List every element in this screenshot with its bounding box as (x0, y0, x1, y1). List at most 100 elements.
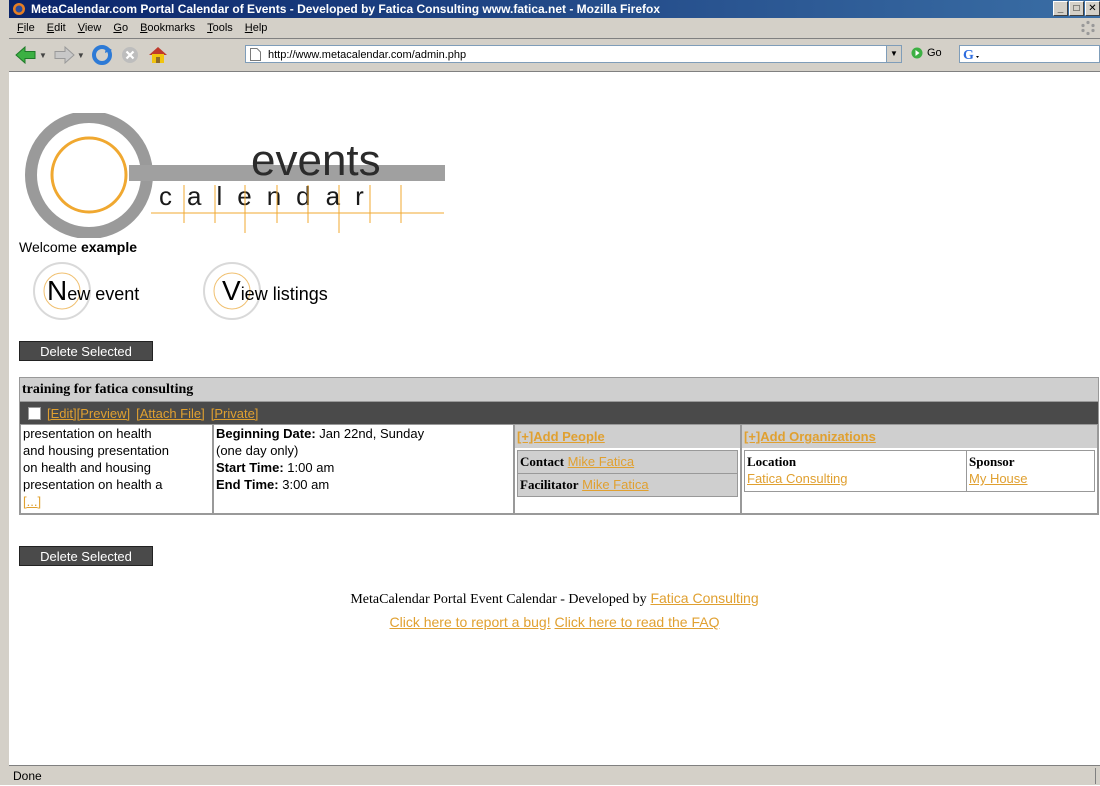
page-icon (250, 48, 261, 61)
back-dropdown-icon[interactable]: ▼ (39, 51, 47, 60)
description-line: on health and housing (23, 460, 151, 475)
description-line: presentation on health a (23, 477, 163, 492)
end-time: 3:00 am (282, 477, 330, 492)
view-listings-label: iew listings (240, 284, 328, 304)
close-button[interactable]: ✕ (1085, 1, 1100, 16)
report-bug-link[interactable]: Click here to report a bug! (390, 614, 551, 630)
svg-text:G: G (963, 48, 974, 62)
back-button[interactable] (15, 44, 37, 66)
start-time-label: Start Time: (216, 460, 284, 475)
facilitator-label: Facilitator (520, 477, 579, 492)
navigation-toolbar: ▼ ▼ http://www.metacalendar.com/admin.ph… (9, 39, 1100, 72)
event-select-checkbox[interactable] (28, 406, 41, 420)
window-controls: _ □ ✕ (1053, 1, 1100, 16)
home-icon (148, 47, 167, 63)
menu-go[interactable]: Go (107, 18, 134, 38)
contact-label: Contact (520, 454, 565, 469)
sponsor-label: Sponsor (969, 454, 1015, 469)
forward-button[interactable] (53, 44, 75, 66)
search-box[interactable]: G (959, 45, 1100, 63)
event-people: [+]Add People Contact Mike Fatica Facili… (514, 424, 741, 514)
firefox-icon (13, 3, 25, 15)
go-button[interactable]: Go (911, 47, 942, 59)
delete-selected-button-bottom[interactable]: Delete Selected (19, 546, 153, 566)
more-link[interactable]: [...] (23, 493, 210, 510)
delete-selected-button-top[interactable]: Delete Selected (19, 341, 153, 361)
new-event-label: ew event (67, 284, 140, 304)
home-button[interactable] (147, 44, 169, 66)
url-text: http://www.metacalendar.com/admin.php (268, 49, 467, 61)
throbber-icon (1081, 20, 1095, 36)
url-bar[interactable]: http://www.metacalendar.com/admin.php (245, 45, 887, 63)
private-link[interactable]: [Private] (211, 406, 259, 421)
svg-text:events: events (251, 136, 381, 185)
event-description: presentation on health and housing prese… (20, 424, 213, 514)
location-label: Location (747, 454, 797, 469)
footer-text: MetaCalendar Portal Event Calendar - Dev… (350, 592, 647, 607)
description-line: presentation on health (23, 426, 152, 441)
end-time-label: End Time: (216, 477, 279, 492)
go-label: Go (927, 47, 942, 59)
status-divider (1095, 768, 1096, 784)
menu-edit[interactable]: Edit (41, 18, 72, 38)
back-arrow-icon (15, 46, 36, 64)
event-table: training for fatica consulting [Edit] [P… (19, 377, 1099, 515)
new-event-button[interactable]: New event (31, 258, 139, 324)
status-text: Done (13, 769, 42, 783)
events-calendar-logo: events calendar (25, 113, 445, 238)
event-title: training for fatica consulting (20, 378, 1098, 402)
menu-tools[interactable]: Tools (201, 18, 239, 38)
welcome-prefix: Welcome (19, 239, 78, 255)
contact-link[interactable]: Mike Fatica (568, 454, 634, 469)
browser-window: MetaCalendar.com Portal Calendar of Even… (9, 0, 1100, 785)
description-line: and housing presentation (23, 443, 170, 458)
minimize-button[interactable]: _ (1053, 1, 1068, 16)
edit-link[interactable]: [Edit] (47, 406, 77, 421)
start-time: 1:00 am (287, 460, 335, 475)
facilitator-link[interactable]: Mike Fatica (582, 477, 648, 492)
url-dropdown-button[interactable]: ▼ (886, 45, 902, 63)
window-title: MetaCalendar.com Portal Calendar of Even… (31, 2, 661, 16)
footer: MetaCalendar Portal Event Calendar - Dev… (9, 590, 1100, 630)
event-dates: Beginning Date: Jan 22nd, Sunday (one da… (213, 424, 514, 514)
svg-text:calendar: calendar (159, 181, 379, 211)
location-link[interactable]: Fatica Consulting (747, 471, 847, 486)
sponsor-link[interactable]: My House (969, 471, 1028, 486)
add-organizations-link[interactable]: [+]Add Organizations (744, 429, 876, 444)
beginning-date: Jan 22nd, Sunday (319, 426, 425, 441)
attach-file-link[interactable]: [Attach File] (136, 406, 205, 421)
menu-help[interactable]: Help (239, 18, 274, 38)
forward-arrow-icon (54, 46, 75, 64)
menu-view[interactable]: View (72, 18, 108, 38)
title-bar[interactable]: MetaCalendar.com Portal Calendar of Even… (9, 0, 1100, 18)
fatica-consulting-link[interactable]: Fatica Consulting (650, 590, 758, 606)
stop-button[interactable] (119, 44, 141, 66)
reload-button[interactable] (91, 44, 113, 66)
stop-icon (121, 47, 138, 63)
go-icon (911, 47, 923, 59)
google-search-icon: G (963, 48, 979, 62)
view-listings-button[interactable]: View listings (201, 258, 328, 324)
view-listings-letter: V (222, 275, 241, 306)
organizations-table: Location Fatica Consulting Sponsor My Ho… (744, 450, 1095, 492)
preview-link[interactable]: [Preview] (77, 406, 130, 421)
event-actions-bar: [Edit] [Preview] [Attach File] [Private] (20, 402, 1098, 424)
new-event-letter: N (47, 275, 68, 306)
welcome-text: Welcome example (19, 239, 137, 255)
beginning-date-label: Beginning Date: (216, 426, 316, 441)
event-details-row: presentation on health and housing prese… (20, 424, 1098, 514)
menu-bookmarks[interactable]: Bookmarks (134, 18, 201, 38)
people-table: Contact Mike Fatica Facilitator Mike Fat… (517, 450, 738, 497)
menu-bar: File Edit View Go Bookmarks Tools Help (9, 18, 1100, 39)
event-organizations: [+]Add Organizations Location Fatica Con… (741, 424, 1098, 514)
duration-text: (one day only) (216, 443, 299, 458)
forward-dropdown-icon[interactable]: ▼ (77, 51, 85, 60)
faq-link[interactable]: Click here to read the FAQ (555, 614, 720, 630)
maximize-button[interactable]: □ (1069, 1, 1084, 16)
menu-file[interactable]: File (11, 18, 41, 38)
reload-icon (91, 45, 112, 65)
page-content: events calendar Welcome example New even… (9, 105, 1100, 765)
add-people-link[interactable]: [+]Add People (517, 429, 605, 444)
status-bar: Done (9, 765, 1100, 785)
welcome-username: example (80, 239, 138, 255)
